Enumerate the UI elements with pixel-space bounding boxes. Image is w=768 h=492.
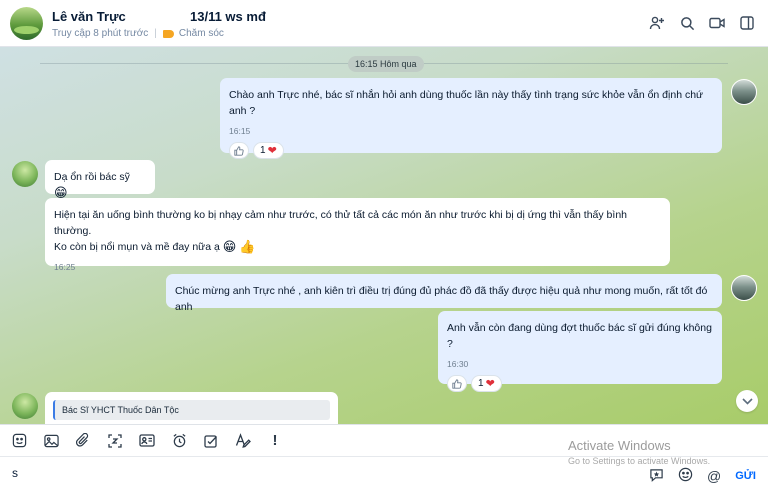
message-incoming[interactable]: Bác Sĩ YHCT Thuốc Dân Tộc xyxy=(45,392,338,424)
reactions: 1 ❤ xyxy=(229,142,713,159)
add-member-icon[interactable] xyxy=(648,14,666,32)
heart-reaction[interactable]: 1 ❤ xyxy=(253,142,284,159)
message-text: Chúc mừng anh Trực nhé , anh kiên trì đi… xyxy=(175,285,708,313)
reminder-icon[interactable] xyxy=(170,432,188,450)
search-icon[interactable] xyxy=(678,14,696,32)
message-outgoing[interactable]: Chào anh Trực nhé, bác sĩ nhắn hỏi anh d… xyxy=(220,78,722,159)
activation-watermark-title: Activate Windows xyxy=(568,438,671,453)
message-text: Dạ ổn rồi bác sỹ xyxy=(54,171,130,183)
message-time: 16:30 xyxy=(447,359,469,369)
message-list[interactable]: 16:15 Hôm qua Chào anh Trực nhé, bác sĩ … xyxy=(0,47,768,424)
message-incoming[interactable]: Hiện tại ăn uống bình thường ko bị nhạy … xyxy=(45,198,670,272)
send-button[interactable]: GỬI xyxy=(735,470,756,482)
contact-status: Truy cập 8 phút trước | Chăm sóc xyxy=(52,28,224,39)
message-incoming[interactable]: Dạ ổn rồi bác sỹ 😁 xyxy=(45,160,155,199)
sidebar-toggle-icon[interactable] xyxy=(738,14,756,32)
contact-card-icon[interactable] xyxy=(138,432,156,450)
image-icon[interactable] xyxy=(42,432,60,450)
task-icon[interactable] xyxy=(202,432,220,450)
activation-watermark-subtitle: Go to Settings to activate Windows. xyxy=(568,456,711,466)
screenshot-icon[interactable] xyxy=(106,432,124,450)
heart-icon: ❤ xyxy=(485,377,495,390)
message-time: 16:25 xyxy=(54,262,76,272)
heart-icon: ❤ xyxy=(267,144,277,157)
composer-actions: @ GỬI xyxy=(649,467,756,485)
message-outgoing[interactable]: Anh vẫn còn đang dùng đợt thuốc bác sĩ g… xyxy=(438,311,722,392)
message-input[interactable]: s xyxy=(12,466,18,480)
sticker-icon[interactable] xyxy=(10,432,28,450)
contact-note: 13/11 ws mđ xyxy=(190,9,266,24)
quoted-message[interactable]: Bác Sĩ YHCT Thuốc Dân Tộc xyxy=(53,400,330,420)
contact-avatar[interactable] xyxy=(10,7,43,40)
quick-message-icon[interactable] xyxy=(649,468,664,485)
header-actions xyxy=(648,14,756,32)
last-seen: Truy cập 8 phút trước xyxy=(52,28,149,39)
reactions: 1 ❤ xyxy=(447,375,713,392)
attachment-icon[interactable] xyxy=(74,432,92,450)
message-text: Ko còn bị nổi mụn và mề đay nữa ạ xyxy=(54,241,220,253)
chat-header: Lê văn Trực 13/11 ws mđ Truy cập 8 phút … xyxy=(0,0,768,47)
my-avatar[interactable] xyxy=(731,79,757,105)
emoji-icon[interactable] xyxy=(678,467,693,485)
contact-avatar[interactable] xyxy=(12,393,38,419)
label-tag[interactable]: Chăm sóc xyxy=(179,28,224,39)
message-text: Hiện tại ăn uống bình thường ko bị nhạy … xyxy=(54,209,627,237)
reaction-count: 1 xyxy=(478,377,484,389)
mention-icon[interactable]: @ xyxy=(707,468,721,484)
reaction-count: 1 xyxy=(260,144,266,156)
like-icon[interactable] xyxy=(229,142,249,159)
scroll-to-bottom-button[interactable] xyxy=(736,390,758,412)
like-icon[interactable] xyxy=(447,375,467,392)
contact-avatar[interactable] xyxy=(12,161,38,187)
message-time: 16:15 xyxy=(229,126,251,136)
message-outgoing[interactable]: Chúc mừng anh Trực nhé , anh kiên trì đi… xyxy=(166,274,722,313)
urgent-icon[interactable]: ! xyxy=(266,432,284,450)
heart-reaction[interactable]: 1 ❤ xyxy=(471,375,502,392)
my-avatar[interactable] xyxy=(731,275,757,301)
video-call-icon[interactable] xyxy=(708,14,726,32)
label-tag-icon xyxy=(162,29,174,38)
contact-name[interactable]: Lê văn Trực xyxy=(52,9,126,24)
quote-title: Bác Sĩ YHCT Thuốc Dân Tộc xyxy=(62,405,179,415)
thumbs-up-emoji-icon: 👍 xyxy=(239,239,256,255)
divider: | xyxy=(154,28,157,39)
message-text: Chào anh Trực nhé, bác sĩ nhắn hỏi anh d… xyxy=(229,89,704,117)
format-text-icon[interactable] xyxy=(234,432,252,450)
date-divider: 16:15 Hôm qua xyxy=(348,56,424,72)
chevron-down-icon xyxy=(741,397,753,405)
message-text: Anh vẫn còn đang dùng đợt thuốc bác sĩ g… xyxy=(447,322,712,350)
grin-emoji-icon: 😁 xyxy=(222,239,237,255)
